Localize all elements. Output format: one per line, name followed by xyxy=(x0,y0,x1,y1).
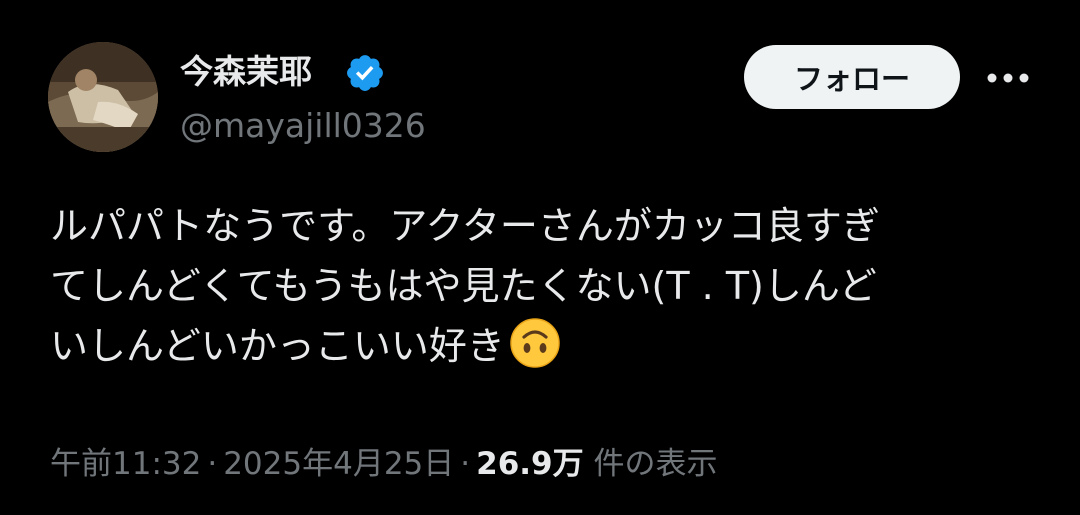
more-button[interactable] xyxy=(984,58,1032,98)
separator: · xyxy=(207,446,218,482)
timestamp[interactable]: 午前11:32 xyxy=(50,446,201,482)
views-count[interactable]: 26.9万 xyxy=(476,446,584,482)
user-handle[interactable]: @mayajill0326 xyxy=(180,104,426,148)
tweet-meta: 午前11:32 · 2025年4月25日 · 26.9万 件の表示 xyxy=(50,442,717,486)
tweet-post: 今森茉耶 @mayajill0326 フォロー ルパパトなうです。アクターさんが… xyxy=(0,0,1080,515)
follow-button[interactable]: フォロー xyxy=(744,45,960,109)
profile-photo xyxy=(48,42,158,152)
more-dots-icon xyxy=(987,73,1029,83)
upside-down-face-emoji xyxy=(509,317,561,369)
date[interactable]: 2025年4月25日 xyxy=(223,446,454,482)
tweet-text-fragment: いしんどいかっこいい好き xyxy=(50,324,505,368)
verified-badge-icon xyxy=(344,52,386,94)
tweet-text-line-last: いしんどいかっこいい好き xyxy=(50,316,1040,376)
separator: · xyxy=(460,446,471,482)
views-label: 件の表示 xyxy=(593,446,718,482)
display-name[interactable]: 今森茉耶 xyxy=(180,50,312,94)
tweet-text-line: てしんどくてもうもはや見たくない(T . T)しんど xyxy=(50,264,877,308)
tweet-text: ルパパトなうです。アクターさんがカッコ良すぎ てしんどくてもうもはや見たくない(… xyxy=(50,196,1040,376)
avatar[interactable] xyxy=(48,42,158,152)
tweet-text-line: ルパパトなうです。アクターさんがカッコ良すぎ xyxy=(50,204,880,248)
